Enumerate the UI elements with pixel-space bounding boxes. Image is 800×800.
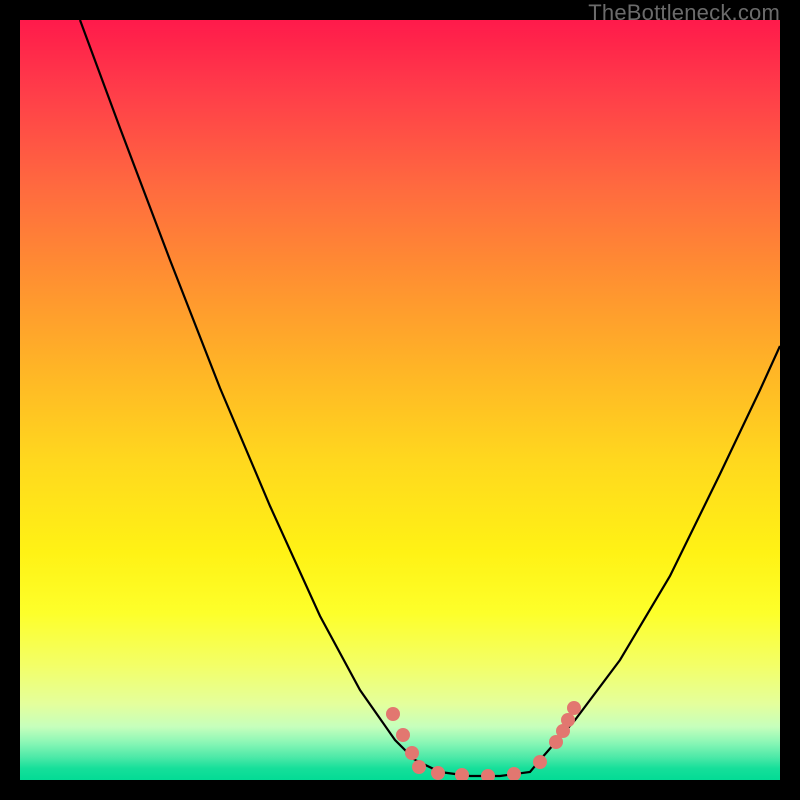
data-marker — [533, 755, 547, 769]
outer-frame: TheBottleneck.com — [0, 0, 800, 800]
data-marker — [567, 701, 581, 715]
data-marker — [396, 728, 410, 742]
data-marker — [412, 760, 426, 774]
data-marker — [405, 746, 419, 760]
marker-layer — [20, 20, 780, 780]
data-marker — [561, 713, 575, 727]
data-marker — [481, 769, 495, 780]
data-marker — [455, 768, 469, 780]
data-marker — [431, 766, 445, 780]
plot-area — [20, 20, 780, 780]
data-marker — [507, 767, 521, 780]
data-marker — [386, 707, 400, 721]
